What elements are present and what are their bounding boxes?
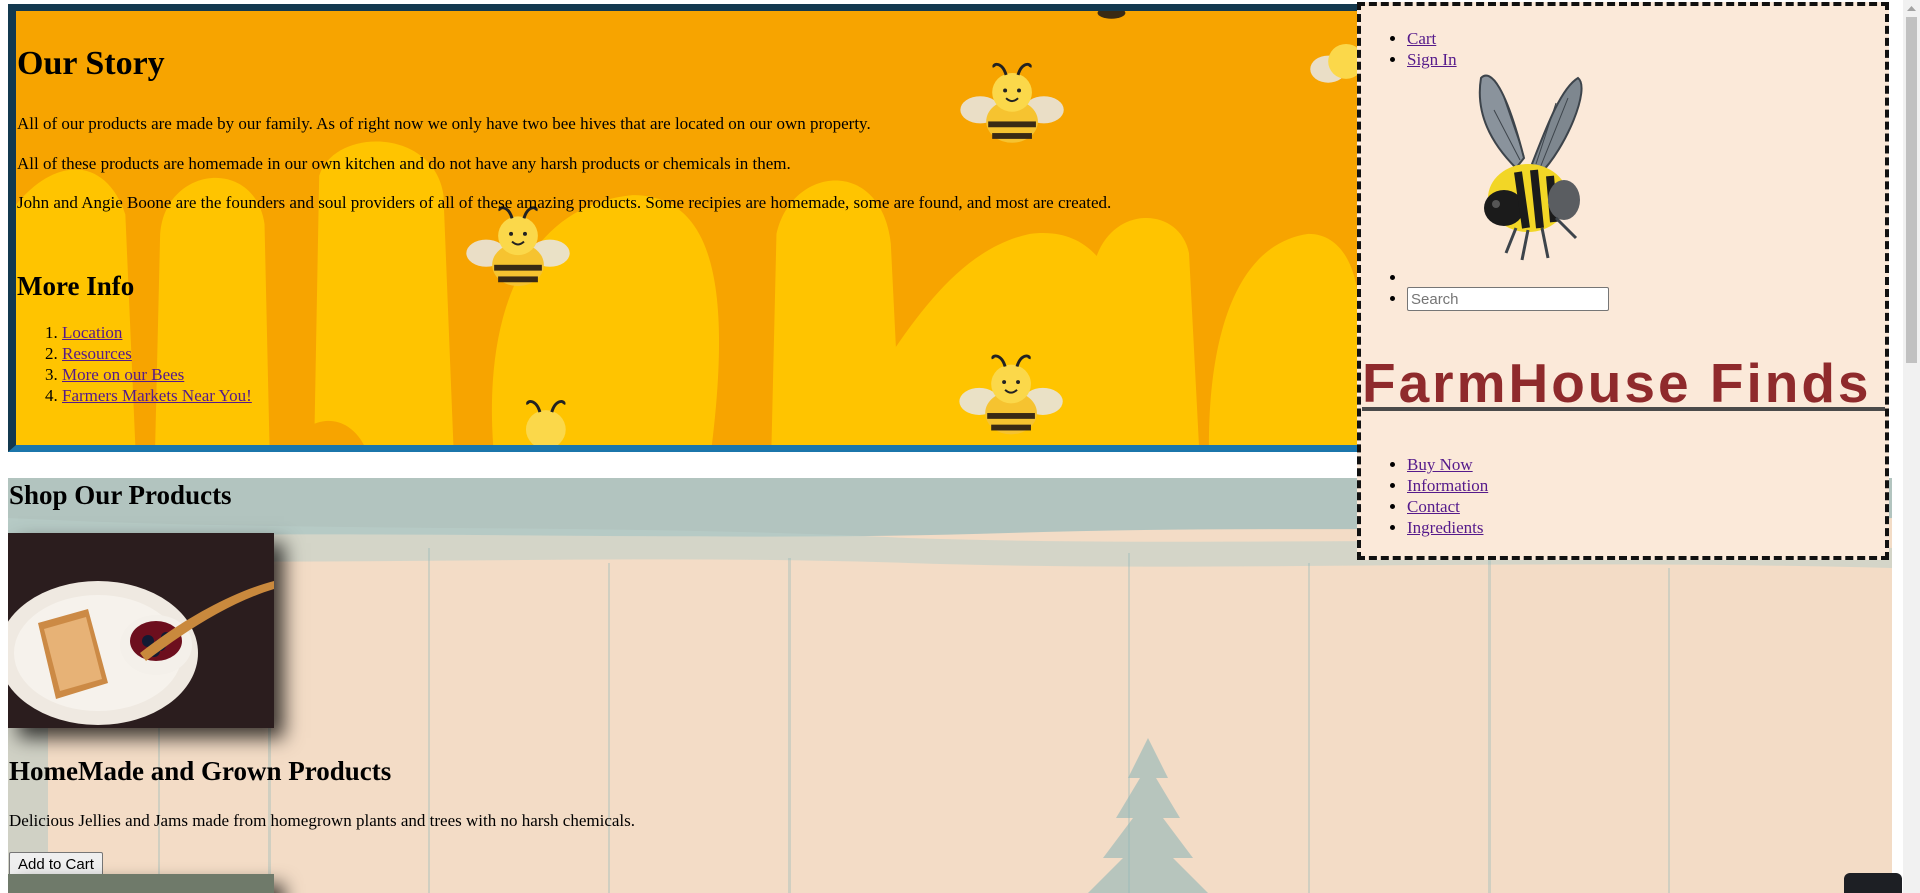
list-item	[1407, 268, 1411, 288]
title-divider	[1362, 407, 1885, 411]
ingredients-link[interactable]: Ingredients	[1407, 518, 1483, 537]
search-input[interactable]	[1407, 287, 1609, 311]
story-paragraph: All of our products are made by our fami…	[17, 114, 871, 133]
more-info-heading: More Info	[17, 271, 135, 301]
shop-heading: Shop Our Products	[9, 480, 232, 510]
list-item: More on our Bees	[62, 364, 252, 385]
product-title: HomeMade and Grown Products	[9, 756, 392, 786]
our-story-heading: Our Story	[17, 45, 165, 82]
list-item: Ingredients	[1407, 517, 1488, 538]
sign-in-link[interactable]: Sign In	[1407, 50, 1457, 69]
site-header: Cart Sign In FarmHouse Finds Buy Now Inf…	[1357, 2, 1889, 560]
scrollbar-thumb[interactable]	[1906, 17, 1917, 363]
story-paragraph: John and Angie Boone are the founders an…	[17, 193, 1112, 212]
location-link[interactable]: Location	[62, 323, 122, 342]
more-info-list: Location Resources More on our Bees Farm…	[16, 322, 252, 406]
resources-link[interactable]: Resources	[62, 344, 132, 363]
list-item: Cart	[1407, 28, 1457, 49]
product-description: Delicious Jellies and Jams made from hom…	[9, 811, 636, 830]
logo-list	[1361, 268, 1411, 288]
account-links: Cart Sign In	[1361, 28, 1457, 70]
contact-link[interactable]: Contact	[1407, 497, 1460, 516]
more-on-bees-link[interactable]: More on our Bees	[62, 365, 184, 384]
bee-icon	[1446, 68, 1606, 268]
list-item: Information	[1407, 475, 1488, 496]
product-image	[8, 874, 274, 893]
jam-toast-image	[8, 533, 274, 728]
list-item: Sign In	[1407, 49, 1457, 70]
farmers-markets-link[interactable]: Farmers Markets Near You!	[62, 386, 252, 405]
list-item: Buy Now	[1407, 454, 1488, 475]
cart-link[interactable]: Cart	[1407, 29, 1436, 48]
list-item	[1407, 287, 1609, 311]
search-list	[1361, 287, 1609, 311]
story-paragraph: All of these products are homemade in ou…	[17, 154, 791, 173]
vertical-scrollbar[interactable]	[1903, 0, 1920, 893]
add-to-cart-button[interactable]: Add to Cart	[9, 852, 103, 876]
list-item: Contact	[1407, 496, 1488, 517]
list-item: Farmers Markets Near You!	[62, 385, 252, 406]
buy-now-link[interactable]: Buy Now	[1407, 455, 1473, 474]
product-image	[1844, 873, 1902, 893]
scroll-up-arrow-icon[interactable]	[1903, 0, 1920, 17]
our-story-section: Our Story All of our products are made b…	[8, 4, 1358, 452]
list-item: Resources	[62, 343, 252, 364]
list-item: Location	[62, 322, 252, 343]
site-title[interactable]: FarmHouse Finds	[1362, 351, 1872, 415]
main-nav: Buy Now Information Contact Ingredients	[1361, 454, 1488, 538]
information-link[interactable]: Information	[1407, 476, 1488, 495]
